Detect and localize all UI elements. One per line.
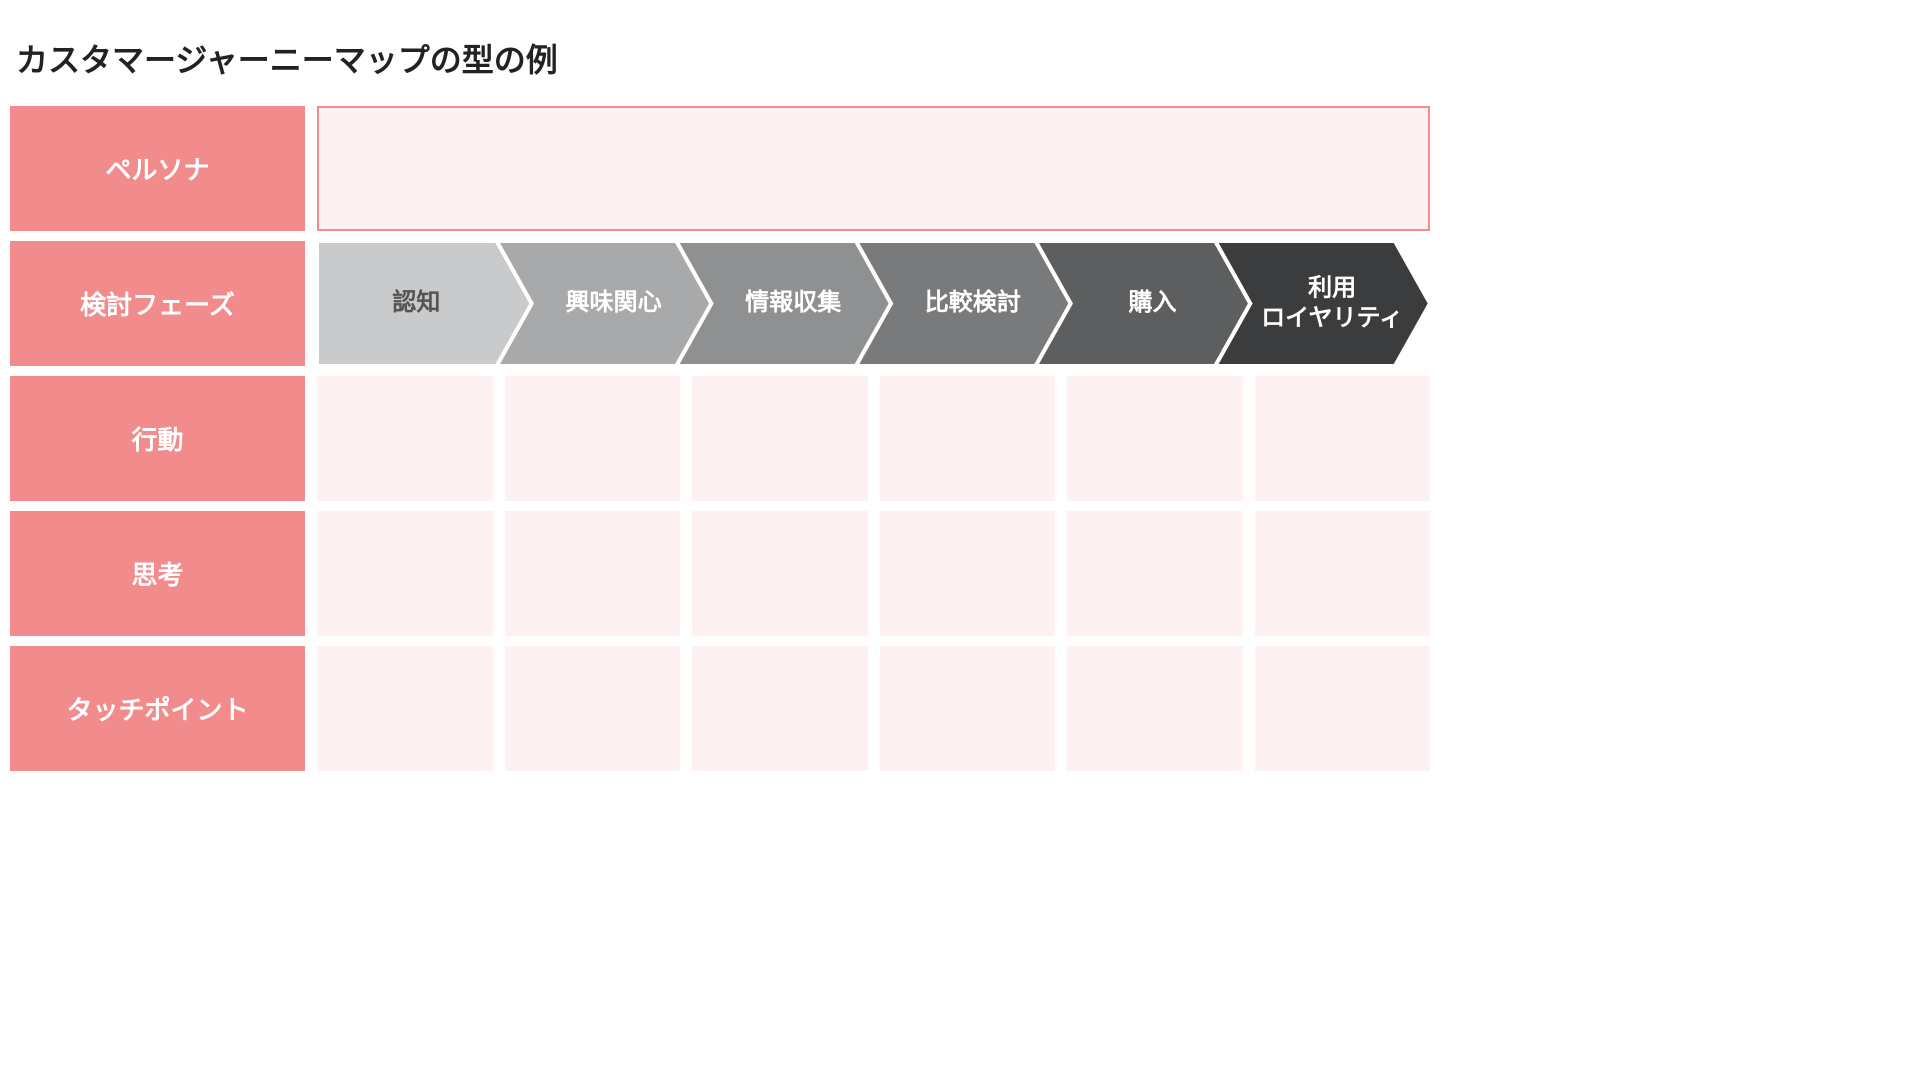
action-body [317,376,1430,501]
thought-cell [880,511,1056,636]
touchpoint-cell [692,646,868,771]
phase-label: 購入 [1128,289,1176,316]
row-phase: 検討フェーズ 認知興味関心情報収集比較検討購入利用ロイヤリティ [10,241,1430,366]
action-cell [880,376,1056,501]
journey-map: ペルソナ 検討フェーズ 認知興味関心情報収集比較検討購入利用ロイヤリティ 行動 … [10,106,1430,771]
action-cell [317,376,493,501]
phase-label: 認知 [392,288,440,316]
touchpoint-cell [317,646,493,771]
thought-cell [1255,511,1431,636]
action-cell [505,376,681,501]
row-persona: ペルソナ [10,106,1430,231]
row-action: 行動 [10,376,1430,501]
touchpoint-cell [880,646,1056,771]
row-header-action: 行動 [10,376,305,501]
row-header-phase: 検討フェーズ [10,241,305,366]
row-header-touchpoint: タッチポイント [10,646,305,771]
row-touchpoint: タッチポイント [10,646,1430,771]
phase-label: 興味関心 [565,289,661,316]
touchpoint-body [317,646,1430,771]
touchpoint-cell [505,646,681,771]
action-cell [1255,376,1431,501]
touchpoint-cell [1255,646,1431,771]
phase-label: 情報収集 [745,288,842,316]
persona-body [317,106,1430,231]
row-header-thought: 思考 [10,511,305,636]
touchpoint-cell [1067,646,1243,771]
phase-body: 認知興味関心情報収集比較検討購入利用ロイヤリティ [317,241,1430,366]
action-cell [692,376,868,501]
phase-label: 比較検討 [925,288,1021,316]
row-thought: 思考 [10,511,1430,636]
thought-cell [317,511,493,636]
thought-cell [1067,511,1243,636]
phase-arrows-svg: 認知興味関心情報収集比較検討購入利用ロイヤリティ [317,241,1430,366]
row-header-persona: ペルソナ [10,106,305,231]
action-cell [1067,376,1243,501]
persona-content-box [317,106,1430,231]
page-title: カスタマージャーニーマップの型の例 [16,35,1430,81]
thought-body [317,511,1430,636]
thought-cell [505,511,681,636]
thought-cell [692,511,868,636]
